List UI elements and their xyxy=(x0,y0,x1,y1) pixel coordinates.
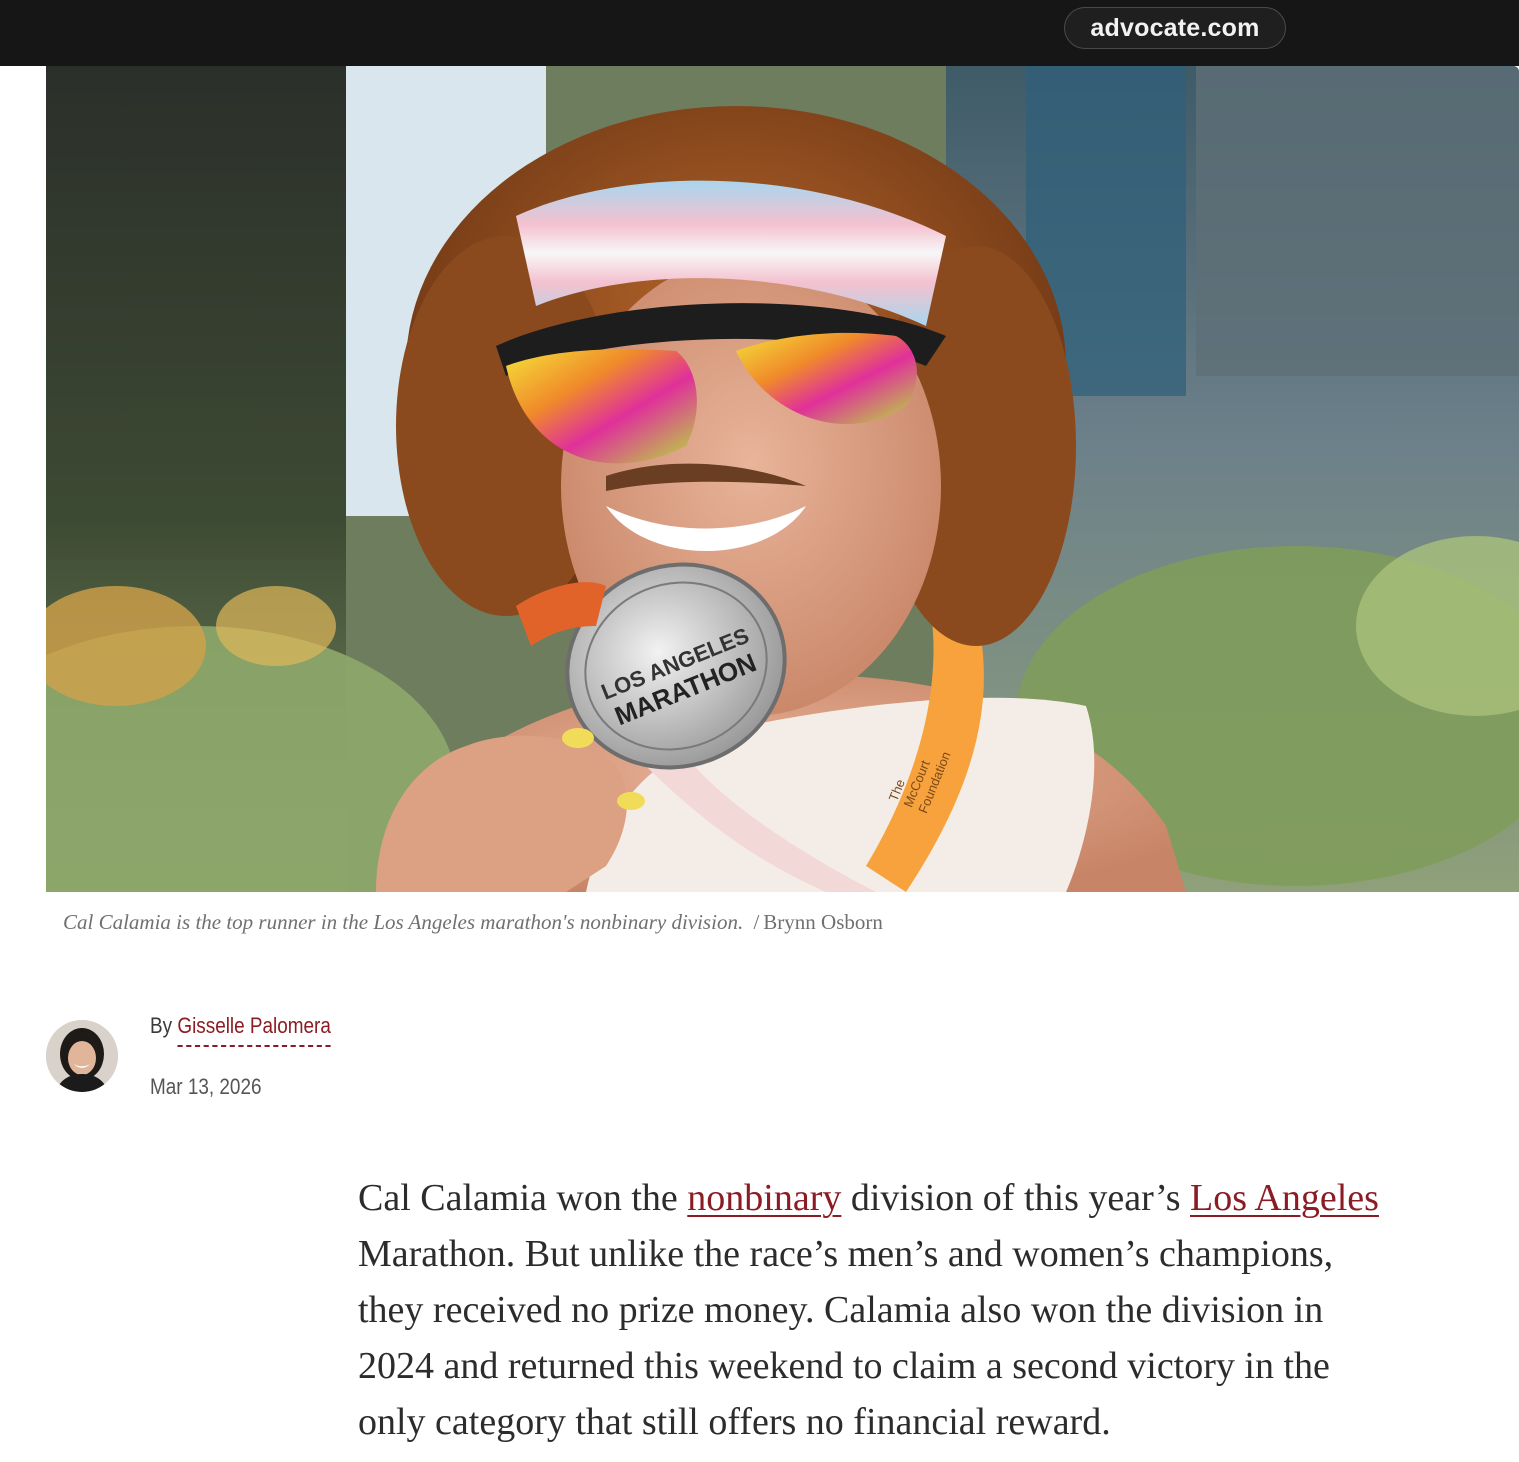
address-bar[interactable]: advocate.com xyxy=(1064,7,1286,49)
link-los-angeles[interactable]: Los Angeles xyxy=(1190,1177,1379,1219)
article-text: division of this year’s xyxy=(841,1177,1191,1219)
article-line-4: 2024 and returned this weekend to claim … xyxy=(358,1345,1330,1387)
publish-date: Mar 13, 2026 xyxy=(150,1074,262,1099)
byline: By Gisselle Palomera xyxy=(150,1013,331,1047)
hero-photo-illustration: LOS ANGELES MARATHON The McCourt Foundat… xyxy=(46,66,1519,892)
article-line-5: only category that still offers no finan… xyxy=(358,1401,1111,1443)
byline-prefix: By xyxy=(150,1013,173,1038)
photo-caption: Cal Calamia is the top runner in the Los… xyxy=(63,910,1503,935)
browser-top-bar: advocate.com xyxy=(0,0,1519,66)
caption-separator: / xyxy=(753,910,760,934)
article-line-3: they received no prize money. Calamia al… xyxy=(358,1289,1324,1331)
article-line-1: Cal Calamia won the nonbinary division o… xyxy=(358,1170,1519,1226)
author-link[interactable]: Gisselle Palomera xyxy=(177,1013,331,1047)
photo-credit: Brynn Osborn xyxy=(763,910,883,934)
link-nonbinary[interactable]: nonbinary xyxy=(687,1177,841,1219)
author-avatar[interactable] xyxy=(46,1020,118,1092)
article-text: Cal Calamia won the xyxy=(358,1177,688,1219)
article-body: Cal Calamia won the nonbinary division o… xyxy=(358,1170,1519,1450)
hero-photo: LOS ANGELES MARATHON The McCourt Foundat… xyxy=(46,66,1519,892)
author-avatar-image xyxy=(46,1020,118,1092)
article-line-2: Marathon. But unlike the race’s men’s an… xyxy=(358,1233,1334,1275)
caption-text: Cal Calamia is the top runner in the Los… xyxy=(63,910,744,934)
